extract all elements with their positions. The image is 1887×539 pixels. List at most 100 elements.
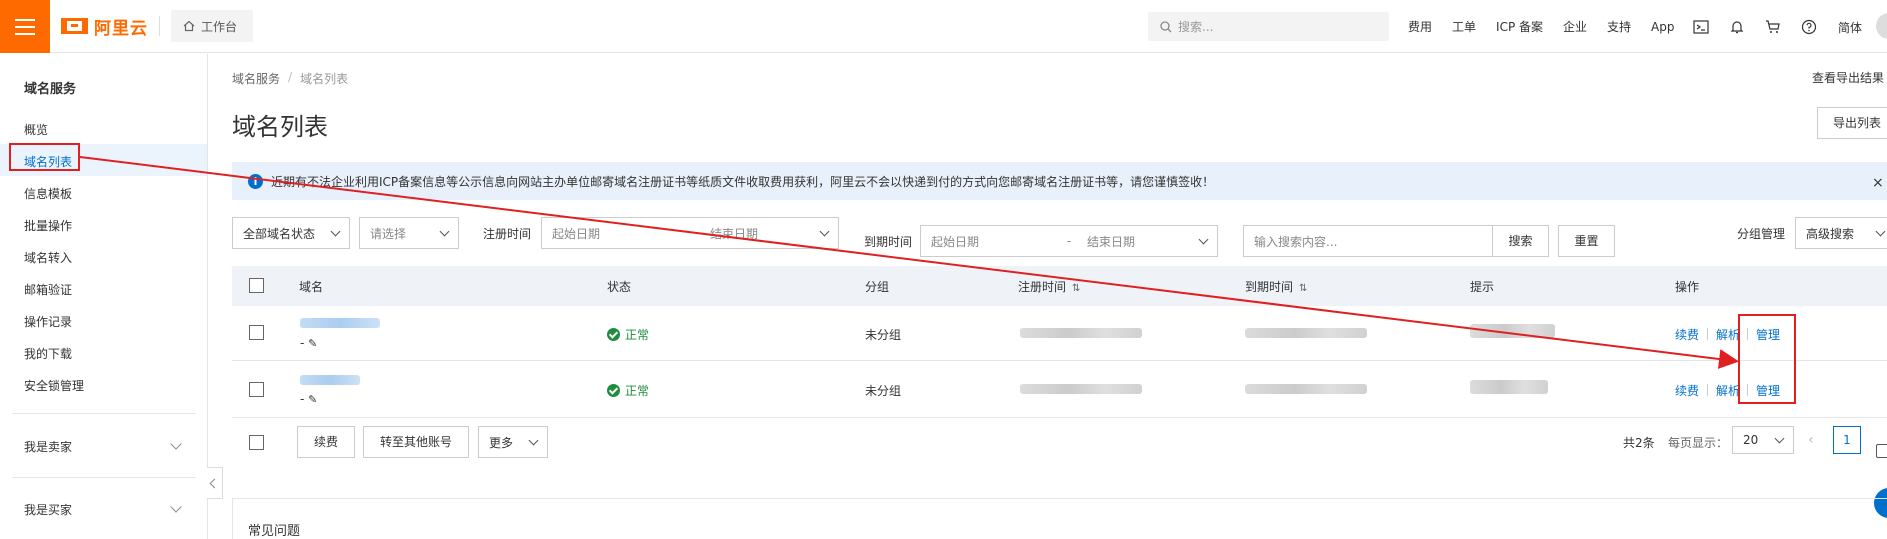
sidebar-collapse-button[interactable] xyxy=(207,467,223,499)
dns-link[interactable]: 解析 xyxy=(1716,326,1740,343)
avatar[interactable] xyxy=(1876,13,1887,39)
chevron-down-icon xyxy=(170,501,182,513)
bell-icon[interactable] xyxy=(1729,19,1745,35)
chevron-down-icon xyxy=(1198,234,1209,245)
sort-icon[interactable]: ⇅ xyxy=(1072,283,1080,294)
info-icon: i xyxy=(248,173,263,189)
per-page-value: 20 xyxy=(1743,433,1759,447)
top-bar: 阿里云 工作台 搜索... 费用 工单 ICP 备案 企业 支持 App 简体 xyxy=(0,0,1887,53)
edit-icon[interactable]: ✎ xyxy=(308,337,317,350)
domain-suffix-text: - xyxy=(300,336,305,350)
sidebar-item-overview[interactable]: 概览 xyxy=(24,121,48,138)
renew-link[interactable]: 续费 xyxy=(1675,382,1699,399)
exp-dash: - xyxy=(1067,234,1072,248)
domain-name-redacted[interactable] xyxy=(300,375,360,385)
workbench-label: 工作台 xyxy=(201,19,238,34)
exp-time-label: 到期时间 xyxy=(864,235,913,249)
type-select[interactable]: 请选择 xyxy=(359,217,459,249)
link-icp[interactable]: ICP 备案 xyxy=(1496,18,1543,35)
th-reg-time[interactable]: 注册时间 ⇅ xyxy=(1018,278,1080,295)
chevron-down-icon xyxy=(330,226,341,237)
table-header: 域名 状态 分组 注册时间 ⇅ 到期时间 ⇅ 提示 操作 xyxy=(232,266,1887,306)
total-count: 共2条 xyxy=(1623,436,1655,450)
sidebar-item-email-verify[interactable]: 邮箱验证 xyxy=(24,281,72,298)
sidebar-item-templates[interactable]: 信息模板 xyxy=(24,185,72,202)
status-text: 正常 xyxy=(625,384,650,398)
th-group: 分组 xyxy=(865,280,890,294)
terminal-icon[interactable] xyxy=(1693,19,1709,35)
sidebar-item-transfer-in[interactable]: 域名转入 xyxy=(24,249,72,266)
separator xyxy=(1707,328,1708,340)
export-list-button[interactable]: 导出列表 xyxy=(1817,107,1887,139)
domain-suffix: - ✎ xyxy=(300,392,317,406)
sidebar-title: 域名服务 xyxy=(24,82,77,97)
page-title: 域名列表 xyxy=(232,113,328,141)
aliyun-logo[interactable]: 阿里云 xyxy=(61,15,148,39)
language-switch[interactable]: 简体 xyxy=(1838,19,1862,36)
bulk-select-checkbox[interactable] xyxy=(249,435,264,450)
link-enterprise[interactable]: 企业 xyxy=(1563,18,1587,35)
domain-suffix: - ✎ xyxy=(300,336,317,350)
row-checkbox[interactable] xyxy=(249,382,264,397)
feedback-icon[interactable] xyxy=(1876,444,1887,458)
bulk-renew-button[interactable]: 续费 xyxy=(297,426,355,458)
workbench-button[interactable]: 工作台 xyxy=(171,10,253,42)
chevron-down-icon xyxy=(819,226,830,237)
edit-icon[interactable]: ✎ xyxy=(308,393,317,406)
global-search-input[interactable]: 搜索... xyxy=(1148,12,1389,41)
th-exp-time[interactable]: 到期时间 ⇅ xyxy=(1245,278,1307,295)
more-actions-label: 更多 xyxy=(489,435,514,450)
exp-date-range[interactable]: 起始日期 - 结束日期 xyxy=(920,225,1218,257)
cart-icon[interactable] xyxy=(1765,19,1781,35)
transfer-account-button[interactable]: 转至其他账号 xyxy=(363,426,469,458)
type-select-placeholder: 请选择 xyxy=(370,226,407,241)
page-number-current[interactable]: 1 xyxy=(1833,426,1861,454)
sidebar-item-security-lock[interactable]: 安全锁管理 xyxy=(24,377,84,394)
sidebar-group-seller[interactable]: 我是卖家 xyxy=(24,438,72,455)
select-all-checkbox[interactable] xyxy=(249,278,264,293)
domain-status-select[interactable]: 全部域名状态 xyxy=(232,217,350,249)
reg-date-range[interactable]: 起始日期 结束日期 xyxy=(541,217,839,249)
per-page-select[interactable]: 20 xyxy=(1732,426,1794,454)
close-icon[interactable]: × xyxy=(1872,175,1884,191)
menu-icon[interactable] xyxy=(0,0,50,53)
chevron-down-icon xyxy=(528,435,539,446)
sidebar-item-downloads[interactable]: 我的下载 xyxy=(24,345,72,362)
prev-page-icon[interactable]: ‹ xyxy=(1808,432,1814,448)
sidebar-divider xyxy=(12,477,196,478)
status-badge: 正常 xyxy=(607,382,649,399)
sidebar-item-batch[interactable]: 批量操作 xyxy=(24,217,72,234)
reg-time-redacted xyxy=(1020,384,1142,394)
sidebar: 域名服务 概览 域名列表 信息模板 批量操作 域名转入 邮箱验证 操作记录 我的… xyxy=(0,54,208,539)
link-tickets[interactable]: 工单 xyxy=(1452,18,1476,35)
domain-name-redacted[interactable] xyxy=(300,318,380,328)
breadcrumb-root[interactable]: 域名服务 xyxy=(232,70,280,87)
sidebar-item-op-log[interactable]: 操作记录 xyxy=(24,313,72,330)
sort-icon[interactable]: ⇅ xyxy=(1299,283,1307,294)
link-app[interactable]: App xyxy=(1651,20,1674,34)
reg-time-label: 注册时间 xyxy=(483,227,532,241)
breadcrumb-separator: / xyxy=(288,70,293,84)
row-checkbox[interactable] xyxy=(249,325,264,340)
hint-redacted xyxy=(1470,380,1548,394)
notice-text: 近期有不法企业利用ICP备案信息等公示信息向网站主办单位邮寄域名注册证书等纸质文… xyxy=(271,174,1215,189)
search-button[interactable]: 搜索 xyxy=(1492,225,1549,257)
sidebar-group-buyer[interactable]: 我是买家 xyxy=(24,501,72,518)
reg-start-placeholder: 起始日期 xyxy=(552,226,601,241)
dns-link[interactable]: 解析 xyxy=(1716,382,1740,399)
breadcrumb-current: 域名列表 xyxy=(300,72,349,86)
exp-end-placeholder: 结束日期 xyxy=(1087,234,1136,249)
view-export-results-link[interactable]: 查看导出结果 xyxy=(1812,69,1884,86)
keyword-search-input[interactable]: 输入搜索内容... xyxy=(1243,225,1493,257)
chevron-down-icon xyxy=(1774,433,1785,444)
help-icon[interactable] xyxy=(1801,19,1817,35)
notice-banner: i 近期有不法企业利用ICP备案信息等公示信息向网站主办单位邮寄域名注册证书等纸… xyxy=(232,162,1887,200)
renew-link[interactable]: 续费 xyxy=(1675,326,1699,343)
root: 阿里云 工作台 搜索... 费用 工单 ICP 备案 企业 支持 App 简体 … xyxy=(0,0,1887,539)
advanced-search-select[interactable]: 高级搜索 xyxy=(1795,217,1887,249)
more-actions-select[interactable]: 更多 xyxy=(478,426,548,458)
link-support[interactable]: 支持 xyxy=(1607,18,1631,35)
link-fees[interactable]: 费用 xyxy=(1408,18,1432,35)
group-manage-link[interactable]: 分组管理 xyxy=(1737,225,1785,242)
reset-button[interactable]: 重置 xyxy=(1558,225,1615,257)
